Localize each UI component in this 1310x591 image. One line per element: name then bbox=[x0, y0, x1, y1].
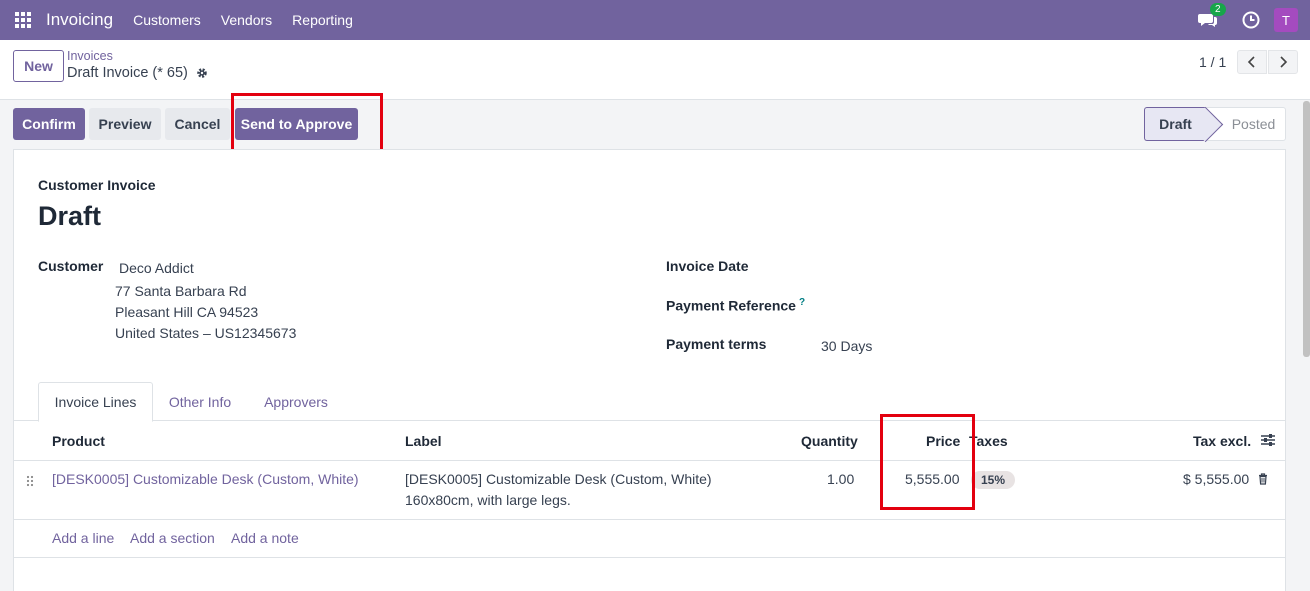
confirm-button[interactable]: Confirm bbox=[13, 108, 85, 140]
highlight-box-price bbox=[880, 414, 975, 510]
highlight-box-send-to-approve bbox=[231, 93, 383, 155]
customer-address-line2: Pleasant Hill CA 94523 bbox=[115, 304, 259, 320]
scrollbar[interactable] bbox=[1303, 101, 1310, 357]
payment-reference-label: Payment Reference? bbox=[666, 297, 805, 314]
customer-address-line3: United States – US12345673 bbox=[115, 325, 297, 341]
control-panel: New Invoices Draft Invoice (* 65) 1 / 1 bbox=[0, 40, 1310, 100]
column-quantity[interactable]: Quantity bbox=[801, 433, 858, 449]
new-button[interactable]: New bbox=[13, 50, 64, 82]
trash-icon[interactable] bbox=[1258, 473, 1268, 485]
tab-approvers[interactable]: Approvers bbox=[251, 382, 341, 421]
customer-address-line1: 77 Santa Barbara Rd bbox=[115, 283, 247, 299]
pager-previous-button[interactable] bbox=[1237, 50, 1267, 74]
app-brand[interactable]: Invoicing bbox=[46, 10, 113, 30]
apps-grid-icon[interactable] bbox=[0, 0, 46, 40]
row-tax-excl: $ 5,555.00 bbox=[1183, 471, 1250, 487]
avatar[interactable]: T bbox=[1274, 8, 1298, 32]
table-row[interactable]: [DESK0005] Customizable Desk (Custom, Wh… bbox=[14, 461, 1285, 520]
menu-vendors[interactable]: Vendors bbox=[221, 12, 272, 28]
row-quantity[interactable]: 1.00 bbox=[827, 471, 854, 487]
document-state: Draft bbox=[38, 201, 102, 231]
clock-icon[interactable] bbox=[1242, 11, 1260, 29]
add-line-link[interactable]: Add a line bbox=[52, 530, 114, 546]
row-label-line2[interactable]: 160x80cm, with large legs. bbox=[405, 492, 571, 508]
row-tax-badge[interactable]: 15% bbox=[971, 471, 1016, 489]
chat-icon[interactable]: 2 bbox=[1198, 3, 1226, 29]
status-draft[interactable]: Draft bbox=[1144, 107, 1206, 141]
payment-terms-value[interactable]: 30 Days bbox=[821, 338, 872, 354]
help-tooltip-icon[interactable]: ? bbox=[799, 297, 805, 308]
column-tax-excl[interactable]: Tax excl. bbox=[1193, 433, 1251, 449]
drag-handle-icon[interactable] bbox=[26, 475, 34, 487]
add-note-link[interactable]: Add a note bbox=[231, 530, 299, 546]
add-lines-row: Add a line Add a section Add a note bbox=[14, 520, 1285, 558]
table-header: Product Label Quantity Price Taxes Tax e… bbox=[14, 421, 1285, 461]
column-product[interactable]: Product bbox=[52, 433, 105, 449]
invoice-date-label: Invoice Date bbox=[666, 258, 749, 274]
menu-customers[interactable]: Customers bbox=[133, 12, 201, 28]
column-label[interactable]: Label bbox=[405, 433, 442, 449]
chevron-right-icon bbox=[1280, 56, 1288, 68]
add-section-link[interactable]: Add a section bbox=[130, 530, 215, 546]
status-posted-label: Posted bbox=[1231, 116, 1276, 132]
record-title: Draft Invoice (* 65) bbox=[67, 65, 208, 81]
chat-badge: 2 bbox=[1210, 3, 1226, 16]
cancel-button[interactable]: Cancel bbox=[165, 108, 230, 140]
form-sheet: Customer Invoice Draft Customer Deco Add… bbox=[13, 149, 1286, 591]
preview-button[interactable]: Preview bbox=[89, 108, 161, 140]
record-title-text: Draft Invoice (* 65) bbox=[67, 65, 188, 81]
tab-invoice-lines[interactable]: Invoice Lines bbox=[38, 382, 153, 422]
payment-reference-label-text: Payment Reference bbox=[666, 297, 796, 314]
column-settings-icon[interactable] bbox=[1260, 433, 1276, 447]
row-label-line1[interactable]: [DESK0005] Customizable Desk (Custom, Wh… bbox=[405, 471, 712, 487]
menu-reporting[interactable]: Reporting bbox=[292, 12, 353, 28]
customer-label: Customer bbox=[38, 258, 104, 274]
document-type: Customer Invoice bbox=[38, 177, 156, 193]
tab-other-info[interactable]: Other Info bbox=[159, 382, 241, 421]
notebook-tabs: Invoice Lines Other Info Approvers bbox=[14, 382, 1285, 422]
payment-terms-label: Payment terms bbox=[666, 336, 767, 352]
top-navbar: Invoicing Customers Vendors Reporting 2 … bbox=[0, 0, 1310, 40]
pager-next-button[interactable] bbox=[1268, 50, 1298, 74]
row-product[interactable]: [DESK0005] Customizable Desk (Custom, Wh… bbox=[52, 471, 359, 487]
pager-value: 1 / 1 bbox=[1199, 54, 1227, 70]
customer-name[interactable]: Deco Addict bbox=[119, 260, 194, 276]
gear-icon[interactable] bbox=[196, 67, 208, 79]
chevron-left-icon bbox=[1247, 56, 1255, 68]
status-draft-label: Draft bbox=[1159, 116, 1192, 132]
breadcrumb-invoices[interactable]: Invoices bbox=[67, 49, 113, 63]
status-bar: Draft Posted bbox=[1144, 107, 1286, 141]
